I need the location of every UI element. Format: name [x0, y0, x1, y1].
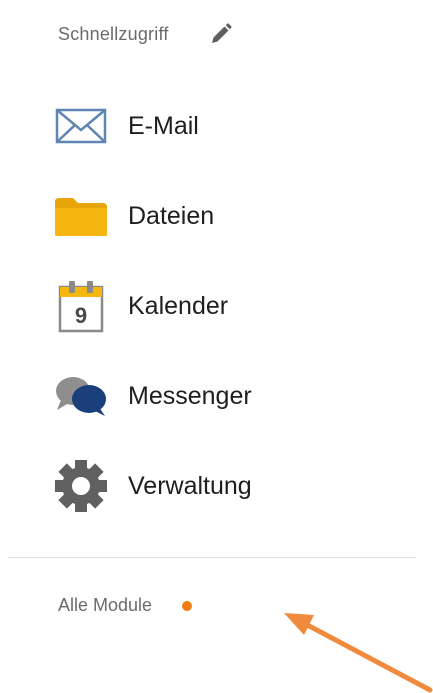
quick-access-label-admin: Verwaltung: [128, 471, 252, 500]
calendar-icon: 9: [52, 280, 110, 333]
quick-access-item-files[interactable]: Dateien: [52, 190, 252, 242]
calendar-day-number: 9: [75, 303, 87, 328]
quick-access-item-calendar[interactable]: 9 Kalender: [52, 280, 252, 333]
pencil-icon[interactable]: [209, 22, 233, 46]
pointer-arrow-icon: [284, 613, 433, 693]
quick-access-item-messenger[interactable]: Messenger: [52, 370, 252, 422]
notification-dot: [182, 600, 193, 611]
envelope-icon: [52, 100, 110, 152]
quick-access-panel: Schnellzugriff E-Mail Dateien 9 Kalender…: [0, 0, 433, 693]
all-modules-label: Alle Module: [58, 595, 153, 615]
quick-access-label-calendar: Kalender: [128, 291, 229, 320]
quick-access-label-email: E-Mail: [128, 111, 199, 140]
quick-access-title: Schnellzugriff: [58, 23, 169, 44]
folder-icon: [52, 190, 110, 242]
chat-bubbles-icon: [52, 370, 110, 422]
all-modules-link[interactable]: Alle Module: [58, 595, 193, 616]
quick-access-item-email[interactable]: E-Mail: [52, 100, 252, 152]
gear-icon: [52, 460, 110, 512]
quick-access-header: Schnellzugriff: [58, 18, 233, 50]
quick-access-list: E-Mail Dateien 9 Kalender Messenger Verw…: [52, 100, 252, 550]
quick-access-label-messenger: Messenger: [128, 381, 252, 410]
quick-access-item-admin[interactable]: Verwaltung: [52, 460, 252, 512]
divider: [8, 557, 416, 558]
quick-access-label-files: Dateien: [128, 201, 215, 230]
